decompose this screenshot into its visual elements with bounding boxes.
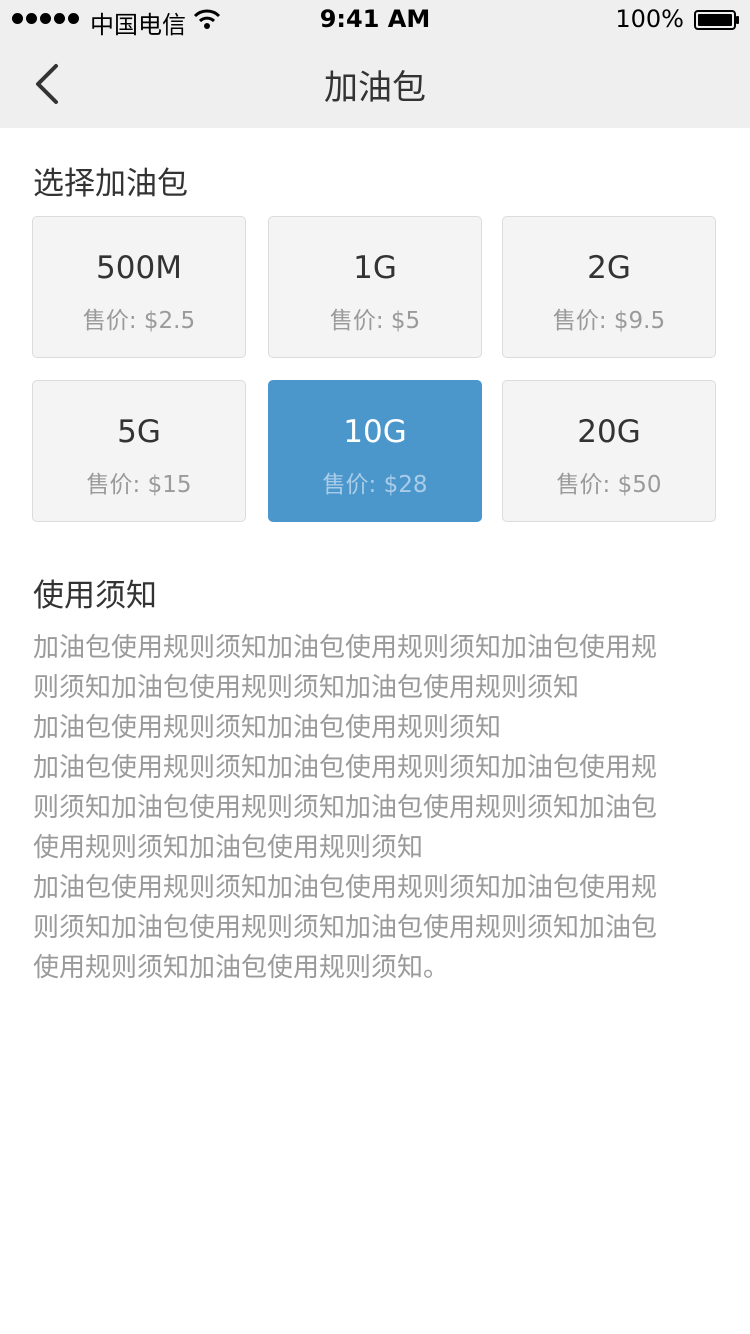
nav-bar: 加油包 [0,40,750,128]
battery-icon [694,10,739,30]
package-size: 10G [343,414,407,450]
notice-line: 使用规则须知加油包使用规则须知。 [33,953,450,983]
package-size: 1G [353,250,397,286]
package-size: 20G [577,414,641,450]
notice-line: 加油包使用规则须知加油包使用规则须知加油包使用规 [33,753,658,783]
notice-line: 则须知加油包使用规则须知加油包使用规则须知 [33,673,580,703]
package-card-2g[interactable]: 2G 售价: $9.5 [502,216,716,358]
notice-line: 则须知加油包使用规则须知加油包使用规则须知加油包 [33,793,658,823]
usage-notice-heading: 使用须知 [33,578,157,614]
notice-line: 使用规则须知加油包使用规则须知 [33,833,424,863]
status-bar: 中国电信 9:41 AM 100% [0,0,750,40]
notice-line: 加油包使用规则须知加油包使用规则须知加油包使用规 [33,633,658,663]
package-price: 售价: $15 [86,472,192,498]
package-card-10g[interactable]: 10G 售价: $28 [268,380,482,522]
package-size: 2G [587,250,631,286]
package-price: 售价: $28 [322,472,428,498]
usage-notice-text: 加油包使用规则须知加油包使用规则须知加油包使用规 则须知加油包使用规则须知加油包… [33,628,723,988]
page-title: 加油包 [324,68,426,108]
package-price: 售价: $2.5 [82,308,196,334]
package-card-20g[interactable]: 20G 售价: $50 [502,380,716,522]
package-card-500m[interactable]: 500M 售价: $2.5 [32,216,246,358]
package-card-5g[interactable]: 5G 售价: $15 [32,380,246,522]
notice-line: 加油包使用规则须知加油包使用规则须知 [33,713,502,743]
notice-line: 则须知加油包使用规则须知加油包使用规则须知加油包 [33,913,658,943]
package-price: 售价: $50 [556,472,662,498]
notice-line: 加油包使用规则须知加油包使用规则须知加油包使用规 [33,873,658,903]
package-price: 售价: $5 [329,308,421,334]
select-package-heading: 选择加油包 [33,166,188,202]
package-price: 售价: $9.5 [552,308,666,334]
package-size: 500M [96,250,182,286]
package-size: 5G [117,414,161,450]
package-card-1g[interactable]: 1G 售价: $5 [268,216,482,358]
battery-percentage: 100% [615,5,684,33]
